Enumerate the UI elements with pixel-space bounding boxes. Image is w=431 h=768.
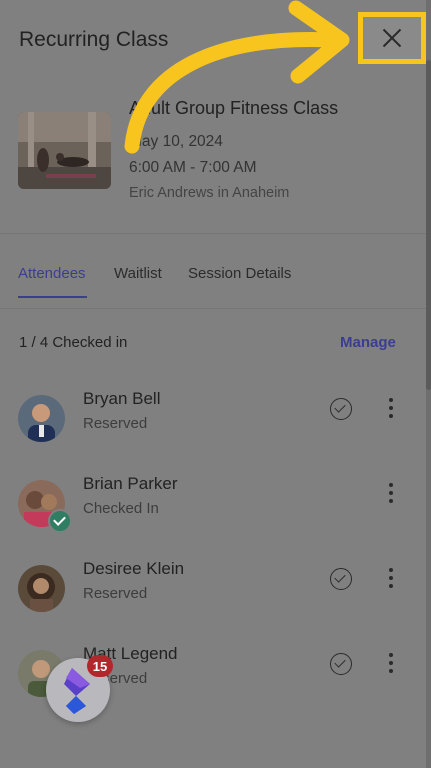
attendee-status: Reserved [83, 585, 148, 602]
more-options-icon[interactable] [388, 483, 394, 505]
check-in-button[interactable] [330, 398, 352, 420]
tab-session-details[interactable]: Session Details [188, 265, 291, 282]
attendee-name: Bryan Bell [83, 389, 161, 408]
more-options-icon[interactable] [388, 398, 394, 420]
attendee-row[interactable]: Brian Parker Checked In [0, 474, 426, 540]
more-options-icon[interactable] [388, 568, 394, 590]
tab-attendees[interactable]: Attendees [18, 265, 86, 282]
check-in-button[interactable] [330, 568, 352, 590]
checked-in-badge-icon [48, 509, 72, 533]
divider [0, 233, 426, 234]
tab-waitlist[interactable]: Waitlist [114, 265, 162, 282]
manage-button[interactable]: Manage [340, 334, 396, 351]
checked-in-summary: 1 / 4 Checked in [19, 334, 128, 351]
check-in-button[interactable] [330, 653, 352, 675]
attendee-row[interactable]: Desiree Klein Reserved [0, 559, 426, 625]
attendee-row[interactable]: Bryan Bell Reserved [0, 389, 426, 455]
notification-count-badge: 15 [87, 655, 113, 677]
divider [0, 308, 426, 309]
active-tab-indicator [18, 296, 87, 298]
avatar [18, 395, 65, 442]
attendee-status: Reserved [83, 415, 148, 432]
avatar [18, 565, 65, 612]
more-options-icon[interactable] [388, 653, 394, 675]
attendee-status: Checked In [83, 500, 159, 517]
attendee-name: Desiree Klein [83, 559, 185, 578]
attendee-name: Brian Parker [83, 474, 178, 493]
annotation-arrow-icon [124, 0, 350, 154]
